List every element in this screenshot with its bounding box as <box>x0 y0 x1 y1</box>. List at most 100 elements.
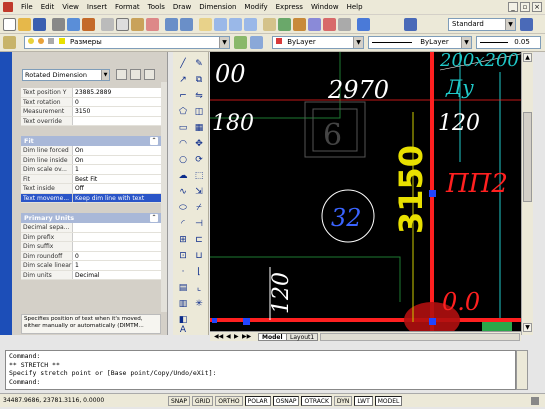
command-scrollbar[interactable] <box>516 350 528 390</box>
tab-model[interactable]: Model <box>258 333 287 341</box>
mirror-icon[interactable]: ⇋ <box>193 90 205 102</box>
grip-handle[interactable] <box>212 318 217 323</box>
layer-manager-icon[interactable] <box>3 36 16 49</box>
toggle-pickadd-icon[interactable] <box>116 69 127 80</box>
line-icon[interactable]: ╱ <box>177 58 189 70</box>
property-value[interactable]: 23885.2889 <box>73 88 161 97</box>
ellipse-icon[interactable]: ⬭ <box>177 202 189 214</box>
undo-icon[interactable] <box>165 18 178 31</box>
tray-settings-icon[interactable] <box>531 396 539 405</box>
match-properties-icon[interactable] <box>146 18 159 31</box>
revcloud-icon[interactable]: ☁ <box>177 170 189 182</box>
tool-palettes-icon[interactable] <box>293 18 306 31</box>
new-icon[interactable] <box>3 18 16 31</box>
scroll-down-icon[interactable]: ▼ <box>523 323 532 332</box>
property-value[interactable] <box>73 242 161 251</box>
close-icon[interactable]: × <box>532 2 542 12</box>
menu-window[interactable]: Window <box>307 0 343 14</box>
hatch-icon[interactable]: ▤ <box>177 282 189 294</box>
property-value[interactable] <box>73 117 161 126</box>
palette-title-bar[interactable] <box>0 52 12 335</box>
property-row[interactable]: Dim prefix <box>21 232 161 242</box>
menu-dimension[interactable]: Dimension <box>195 0 240 14</box>
command-window[interactable]: Command: ** STRETCH ** Specify stretch p… <box>5 350 516 390</box>
property-row[interactable]: Text rotation 0 <box>21 97 161 107</box>
menu-draw[interactable]: Draw <box>169 0 195 14</box>
quick-select-icon[interactable] <box>144 69 155 80</box>
property-value[interactable] <box>73 223 161 232</box>
text-style-icon[interactable] <box>404 18 417 31</box>
property-value[interactable]: 0 <box>73 252 161 261</box>
make-current-icon[interactable] <box>234 36 247 49</box>
scale-icon[interactable]: ⬚ <box>193 170 205 182</box>
linetype-dropdown[interactable]: ByLayer ▼ <box>368 36 472 49</box>
gradient-icon[interactable]: ▥ <box>177 298 189 310</box>
property-value[interactable]: On <box>73 146 161 155</box>
property-value[interactable]: 1 <box>73 165 161 174</box>
color-dropdown[interactable]: ByLayer ▼ <box>272 36 364 49</box>
redo-icon[interactable] <box>180 18 193 31</box>
zoom-window-icon[interactable] <box>229 18 242 31</box>
duct-label-text[interactable]: Ду <box>445 75 474 99</box>
property-row[interactable]: Dim units Decimal <box>21 270 161 280</box>
fillet-icon[interactable]: ⌞ <box>193 282 205 294</box>
rotate-icon[interactable]: ⟳ <box>193 154 205 166</box>
polygon-icon[interactable]: ⬠ <box>177 106 189 118</box>
sheet-set-icon[interactable] <box>308 18 321 31</box>
grip-handle[interactable] <box>243 318 250 325</box>
zoom-realtime-icon[interactable] <box>214 18 227 31</box>
open-icon[interactable] <box>18 18 31 31</box>
dimension-text[interactable]: 00 <box>215 60 246 88</box>
copy-icon[interactable] <box>116 18 129 31</box>
properties-icon[interactable] <box>263 18 276 31</box>
construction-line-icon[interactable]: ↗ <box>177 74 189 86</box>
markup-icon[interactable] <box>323 18 336 31</box>
polar-toggle[interactable]: POLAR <box>244 395 271 406</box>
ortho-toggle[interactable]: ORTHO <box>215 395 243 406</box>
mtext-icon[interactable]: A <box>177 324 189 336</box>
cut-icon[interactable] <box>101 18 114 31</box>
point-icon[interactable]: · <box>177 266 189 278</box>
publish-icon[interactable] <box>82 18 95 31</box>
break-icon[interactable]: ⊏ <box>193 234 205 246</box>
copy-object-icon[interactable]: ⧉ <box>193 74 205 86</box>
ellipse-arc-icon[interactable]: ◜ <box>177 218 189 230</box>
property-row[interactable]: Decimal sepa... <box>21 223 161 233</box>
otrack-toggle[interactable]: OTRACK <box>301 395 332 406</box>
app-icon[interactable] <box>3 2 13 12</box>
collapse-icon[interactable]: ⌃ <box>150 137 158 145</box>
property-row[interactable]: Dim scale ov... 1 <box>21 165 161 175</box>
menu-insert[interactable]: Insert <box>83 0 111 14</box>
circle-icon[interactable]: ○ <box>177 154 189 166</box>
property-row[interactable]: Measurement 3150 <box>21 107 161 117</box>
restore-icon[interactable]: ▫ <box>520 2 530 12</box>
explode-icon[interactable]: ✳ <box>193 298 205 310</box>
menu-view[interactable]: View <box>58 0 83 14</box>
calculator-icon[interactable] <box>338 18 351 31</box>
duct-size-text[interactable]: 200x200 <box>439 52 519 71</box>
insert-block-icon[interactable]: ⊞ <box>177 234 189 246</box>
minimize-icon[interactable]: _ <box>508 2 518 12</box>
preview-icon[interactable] <box>67 18 80 31</box>
property-value[interactable]: 1 <box>73 261 161 270</box>
coordinates-readout[interactable]: 34487.9686, 23781.3116, 0.0000 <box>0 397 168 404</box>
text-style-dropdown[interactable]: Standard ▼ <box>448 18 516 31</box>
zoom-previous-icon[interactable] <box>244 18 257 31</box>
grip-handle[interactable] <box>429 318 436 325</box>
dim-style-icon[interactable] <box>520 18 533 31</box>
grip-handle[interactable] <box>429 190 436 197</box>
palette-scrollbar[interactable] <box>161 82 167 312</box>
dyn-toggle[interactable]: DYN <box>333 395 353 406</box>
snap-toggle[interactable]: SNAP <box>168 395 191 406</box>
drawing-canvas[interactable]: 00 2970 180 6 120 200x200 Ду 3150 ПП2 32… <box>210 52 521 331</box>
property-row[interactable]: Text inside Off <box>21 184 161 194</box>
erase-icon[interactable]: ✎ <box>193 58 205 70</box>
property-value[interactable]: 0 <box>73 98 161 107</box>
equipment-label-text[interactable]: ПП2 <box>445 169 508 199</box>
menu-modify[interactable]: Modify <box>240 0 271 14</box>
property-value[interactable] <box>73 233 161 242</box>
menu-express[interactable]: Express <box>272 0 307 14</box>
paste-icon[interactable] <box>131 18 144 31</box>
rectangle-icon[interactable]: ▭ <box>177 122 189 134</box>
canvas-vertical-scrollbar[interactable]: ▲ ▼ <box>521 52 533 335</box>
